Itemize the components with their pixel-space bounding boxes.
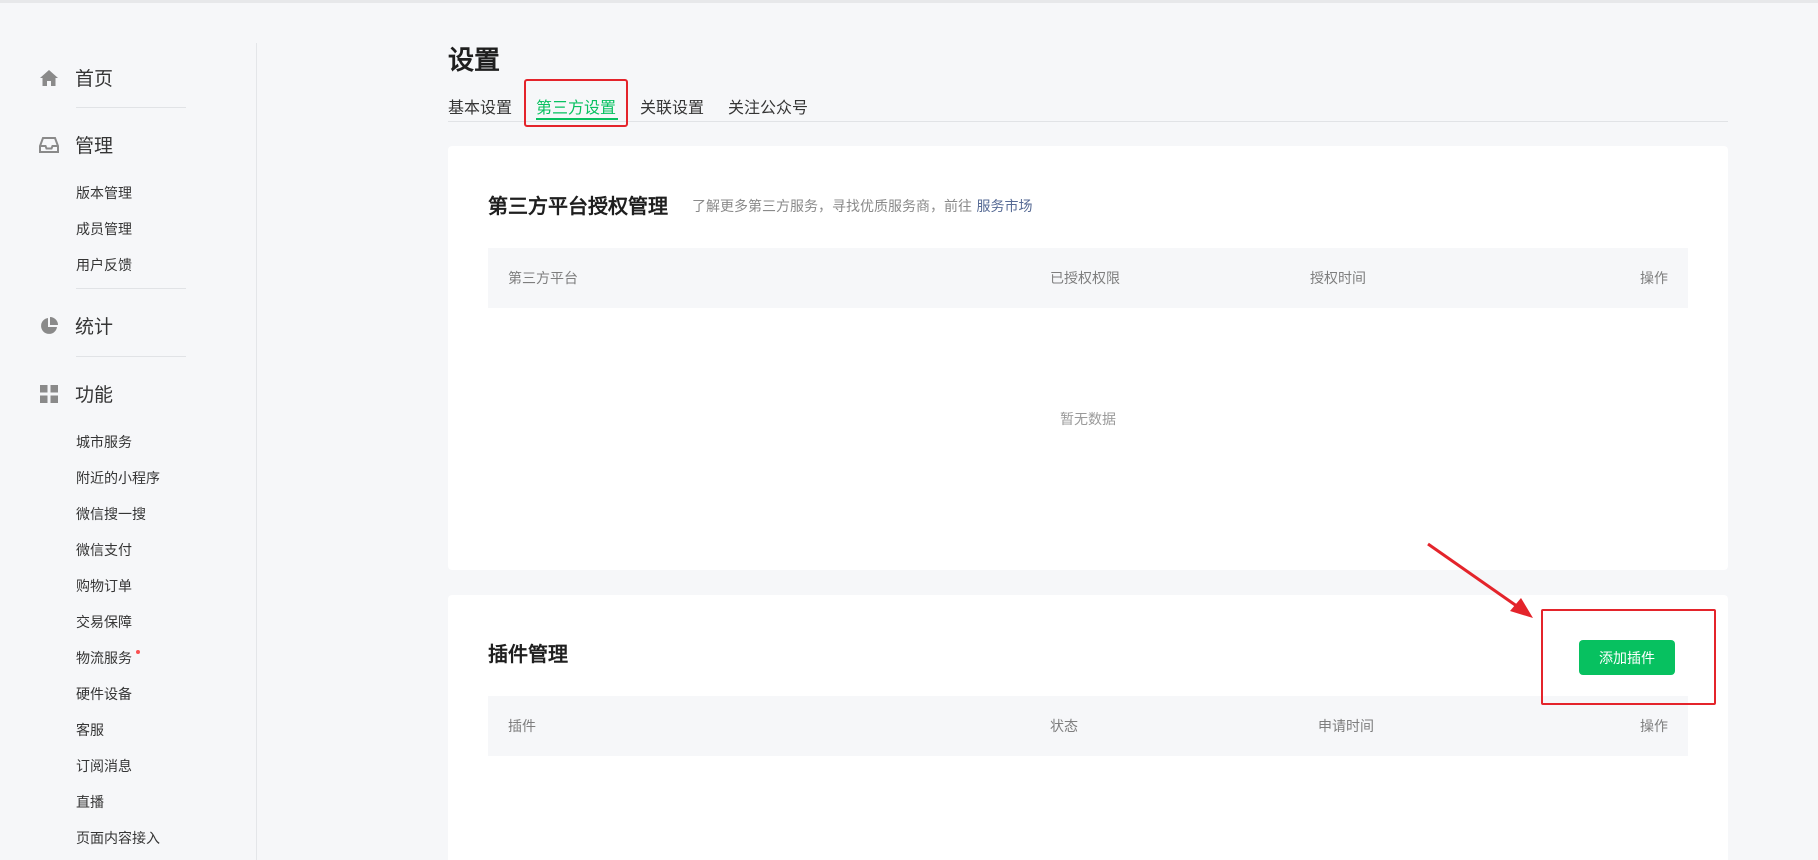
col-auth-time: 授权时间 [1310,271,1366,287]
sidebar-item-live[interactable]: 直播 [76,792,104,812]
third-party-desc-text: 了解更多第三方服务，寻找优质服务商，前往 [692,199,972,215]
nav-features-label: 功能 [75,384,114,406]
plugin-management-card: 插件管理 插件 状态 申请时间 操作 [448,595,1728,860]
nav-stats[interactable]: 统计 [38,312,113,339]
nav-divider [76,288,186,289]
tab-highlight-box [524,79,628,127]
third-party-auth-desc: 了解更多第三方服务，寻找优质服务商，前往 服务市场 [692,196,1032,216]
nav-divider [76,356,186,357]
sidebar-item-nearby-miniprogram[interactable]: 附近的小程序 [76,468,160,488]
service-market-link[interactable]: 服务市场 [976,199,1032,215]
plugin-table-header: 插件 状态 申请时间 操作 [488,696,1688,756]
sidebar-item-feedback[interactable]: 用户反馈 [76,255,132,275]
col-plugin: 插件 [508,719,536,735]
plugin-management-title: 插件管理 [488,642,568,666]
tab-follow-official-account[interactable]: 关注公众号 [728,94,808,118]
sidebar-item-logistics[interactable]: 物流服务 [76,648,132,668]
col-granted-permissions: 已授权权限 [1050,271,1120,287]
nav-stats-label: 统计 [75,316,114,338]
col-actions: 操作 [1640,719,1668,735]
settings-tabs: 基本设置 第三方设置 关联设置 关注公众号 [448,92,1728,122]
new-badge-dot [136,650,140,654]
sidebar-item-trade-guarantee[interactable]: 交易保障 [76,612,132,632]
col-status: 状态 [1050,719,1078,735]
nav-divider [76,107,186,108]
tab-basic-settings[interactable]: 基本设置 [448,94,512,118]
third-party-auth-title: 第三方平台授权管理 [488,194,668,218]
sidebar-item-wechat-search[interactable]: 微信搜一搜 [76,504,146,524]
col-actions: 操作 [1640,271,1668,287]
sidebar-item-members[interactable]: 成员管理 [76,219,132,239]
sidebar-item-page-content[interactable]: 页面内容接入 [76,828,160,848]
sidebar-item-shopping-orders[interactable]: 购物订单 [76,576,132,596]
nav-manage[interactable]: 管理 [38,131,113,158]
grid-icon [38,383,60,405]
page-title: 设置 [448,46,501,76]
sidebar-item-customer-service[interactable]: 客服 [76,720,104,740]
col-apply-time: 申请时间 [1318,719,1374,735]
empty-state-text: 暂无数据 [1060,412,1116,428]
top-border [0,0,1818,3]
home-icon [38,67,60,89]
sidebar-item-hardware[interactable]: 硬件设备 [76,684,132,704]
inbox-icon [38,134,60,156]
sidebar-item-wechat-pay[interactable]: 微信支付 [76,540,132,560]
sidebar-item-city-service[interactable]: 城市服务 [76,432,132,452]
pie-chart-icon [38,315,60,337]
sidebar-divider [256,43,257,860]
button-highlight-box [1541,609,1716,705]
nav-manage-label: 管理 [75,135,114,157]
nav-home-label: 首页 [75,68,114,90]
nav-features[interactable]: 功能 [38,380,113,407]
third-party-auth-card: 第三方平台授权管理 了解更多第三方服务，寻找优质服务商，前往 服务市场 第三方平… [448,146,1728,570]
annotation-arrow-icon [1427,542,1533,618]
sidebar-item-subscribe-message[interactable]: 订阅消息 [76,756,132,776]
sidebar-item-version[interactable]: 版本管理 [76,183,132,203]
col-third-party-platform: 第三方平台 [508,271,578,287]
tab-linked-settings[interactable]: 关联设置 [640,94,704,118]
nav-home[interactable]: 首页 [38,64,113,91]
third-party-table-header: 第三方平台 已授权权限 授权时间 操作 [488,248,1688,308]
